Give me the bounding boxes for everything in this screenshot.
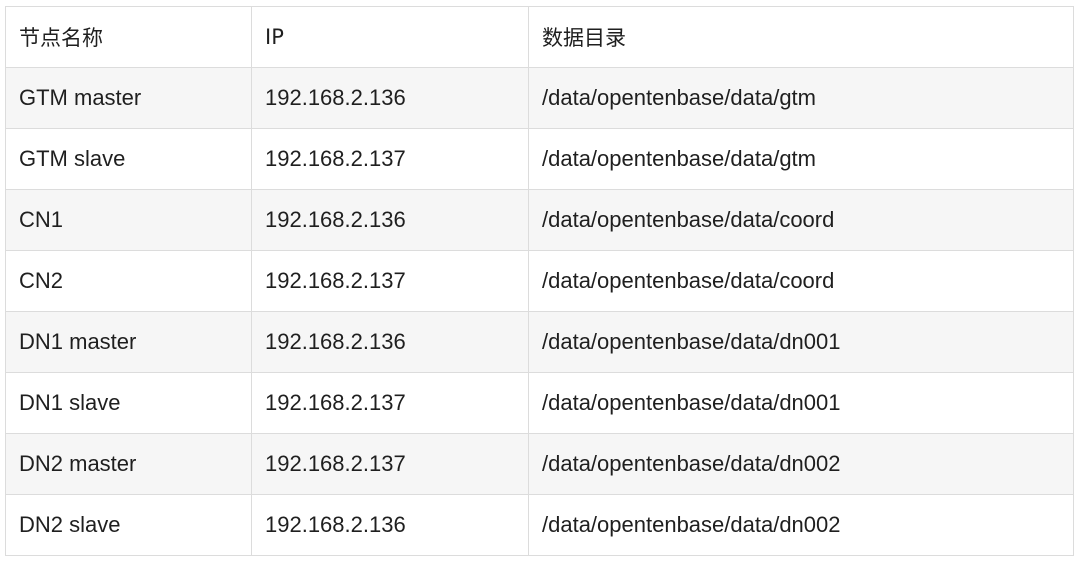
- data-dir-cell: /data/opentenbase/data/dn002: [528, 494, 1074, 556]
- data-dir-cell: /data/opentenbase/data/coord: [528, 250, 1074, 312]
- data-dir-cell: /data/opentenbase/data/gtm: [528, 128, 1074, 190]
- header-data-dir: 数据目录: [528, 6, 1074, 68]
- data-dir-cell: /data/opentenbase/data/gtm: [528, 67, 1074, 129]
- data-dir-cell: /data/opentenbase/data/dn002: [528, 433, 1074, 495]
- ip-cell: 192.168.2.136: [251, 494, 529, 556]
- ip-cell: 192.168.2.136: [251, 67, 529, 129]
- node-table-container: 节点名称 IP 数据目录 GTM master 192.168.2.136 /d…: [5, 6, 1074, 556]
- table-row: CN1 192.168.2.136 /data/opentenbase/data…: [5, 189, 1074, 251]
- table-row: DN2 master 192.168.2.137 /data/opentenba…: [5, 433, 1074, 495]
- table-row: DN2 slave 192.168.2.136 /data/opentenbas…: [5, 494, 1074, 556]
- ip-cell: 192.168.2.137: [251, 372, 529, 434]
- node-name-cell: CN1: [5, 189, 252, 251]
- node-name-cell: DN1 slave: [5, 372, 252, 434]
- table-header-row: 节点名称 IP 数据目录: [5, 6, 1074, 68]
- ip-cell: 192.168.2.137: [251, 250, 529, 312]
- table-row: CN2 192.168.2.137 /data/opentenbase/data…: [5, 250, 1074, 312]
- data-dir-cell: /data/opentenbase/data/dn001: [528, 311, 1074, 373]
- ip-cell: 192.168.2.137: [251, 128, 529, 190]
- ip-cell: 192.168.2.136: [251, 189, 529, 251]
- table-row: DN1 slave 192.168.2.137 /data/opentenbas…: [5, 372, 1074, 434]
- ip-cell: 192.168.2.136: [251, 311, 529, 373]
- data-dir-cell: /data/opentenbase/data/dn001: [528, 372, 1074, 434]
- table-row: DN1 master 192.168.2.136 /data/opentenba…: [5, 311, 1074, 373]
- node-name-cell: GTM master: [5, 67, 252, 129]
- node-table: 节点名称 IP 数据目录 GTM master 192.168.2.136 /d…: [5, 6, 1074, 556]
- node-name-cell: GTM slave: [5, 128, 252, 190]
- node-name-cell: DN2 slave: [5, 494, 252, 556]
- node-name-cell: CN2: [5, 250, 252, 312]
- table-row: GTM slave 192.168.2.137 /data/opentenbas…: [5, 128, 1074, 190]
- header-ip: IP: [251, 6, 529, 68]
- node-name-cell: DN2 master: [5, 433, 252, 495]
- ip-cell: 192.168.2.137: [251, 433, 529, 495]
- node-name-cell: DN1 master: [5, 311, 252, 373]
- header-node-name: 节点名称: [5, 6, 252, 68]
- table-row: GTM master 192.168.2.136 /data/opentenba…: [5, 67, 1074, 129]
- data-dir-cell: /data/opentenbase/data/coord: [528, 189, 1074, 251]
